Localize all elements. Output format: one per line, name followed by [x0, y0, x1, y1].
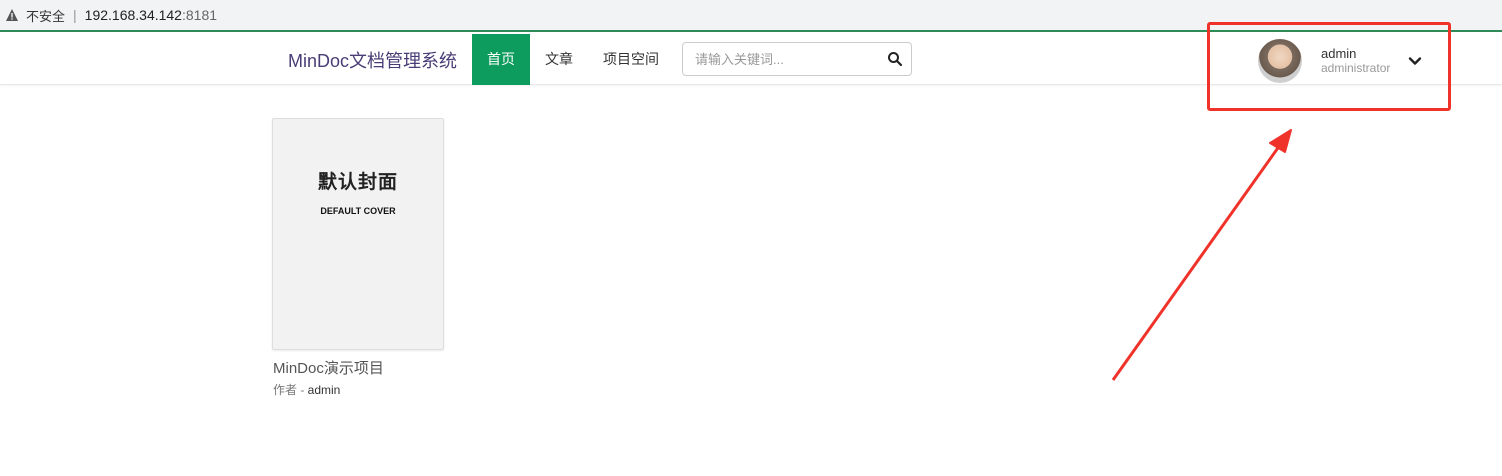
author-prefix: 作者 - — [273, 383, 308, 397]
search-box — [682, 42, 912, 76]
cover-title-cn: 默认封面 — [317, 171, 398, 193]
cover-title-en: DEFAULT COVER — [320, 206, 396, 216]
url-host[interactable]: 192.168.34.142 — [85, 7, 182, 23]
nav-item-home[interactable]: 首页 — [472, 34, 530, 85]
project-title[interactable]: MinDoc演示项目 — [273, 357, 384, 378]
warning-icon — [4, 7, 20, 23]
address-separator: | — [73, 7, 77, 23]
nav-item-articles[interactable]: 文章 — [530, 34, 588, 85]
project-author: 作者 - admin — [273, 381, 340, 398]
brand-title[interactable]: MinDoc文档管理系统 — [288, 47, 457, 73]
search-input[interactable] — [683, 43, 873, 75]
nav-item-project-space[interactable]: 项目空间 — [588, 34, 674, 85]
project-cover[interactable]: 默认封面 DEFAULT COVER — [272, 118, 444, 350]
annotation-highlight-box — [1207, 22, 1451, 111]
main-nav: 首页 文章 项目空间 — [472, 34, 674, 85]
security-label: 不安全 — [26, 8, 66, 24]
url-port[interactable]: :8181 — [182, 7, 217, 23]
author-name[interactable]: admin — [308, 383, 341, 397]
search-icon[interactable] — [887, 51, 903, 67]
